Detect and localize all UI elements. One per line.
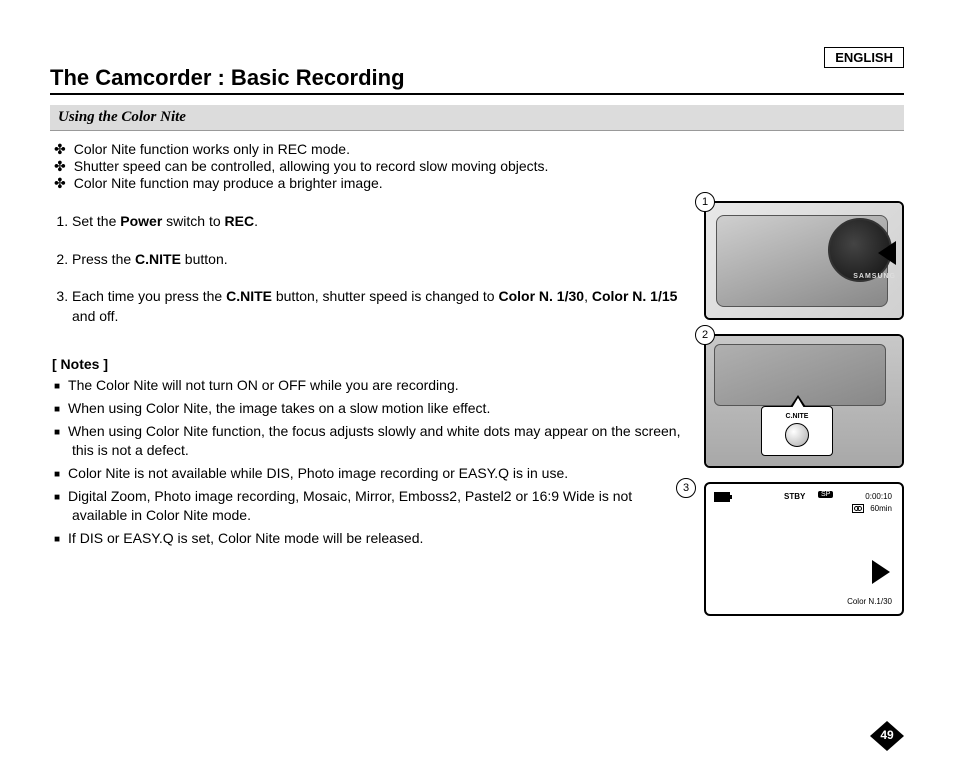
notes-title: [ Notes ] [52, 356, 684, 372]
step-2: Press the C.NITE button. [72, 250, 684, 270]
osd-timecode: 0:00:10 [865, 492, 892, 501]
text: , [584, 288, 592, 304]
text-column: Color Nite function works only in REC mo… [50, 141, 704, 630]
text: Each time you press the [72, 288, 226, 304]
text: button, shutter speed is changed to [272, 288, 499, 304]
osd-sp-badge: SP [818, 491, 833, 498]
step-3: Each time you press the C.NITE button, s… [72, 287, 684, 326]
figure-frame: SAMSUNG [704, 201, 904, 320]
page-title: The Camcorder : Basic Recording [50, 65, 904, 91]
notes-list: The Color Nite will not turn ON or OFF w… [50, 376, 684, 547]
osd-remaining: 60min [870, 504, 892, 513]
steps-list: Set the Power switch to REC. Press the C… [50, 212, 684, 326]
figure-3: 3 STBY SP 0:00:10 60min Color N.1/30 [704, 482, 904, 616]
figure-2: 2 C.NITE [704, 334, 904, 468]
page-number: 49 [870, 728, 904, 742]
text: . [254, 213, 258, 229]
note-item: When using Color Nite, the image takes o… [72, 399, 684, 418]
figure-1: 1 SAMSUNG [704, 201, 904, 320]
button-label: C.NITE [762, 413, 832, 420]
figure-frame: C.NITE [704, 334, 904, 468]
intro-bullets: Color Nite function works only in REC mo… [50, 141, 684, 192]
cnite-button-icon [785, 423, 809, 447]
note-item: The Color Nite will not turn ON or OFF w… [72, 376, 684, 395]
step-1: Set the Power switch to REC. [72, 212, 684, 232]
bold-cnite: C.NITE [226, 288, 272, 304]
figure-number-badge: 2 [695, 325, 715, 345]
button-illustration: C.NITE [706, 336, 902, 466]
intro-bullet: Color Nite function works only in REC mo… [72, 141, 684, 158]
page-number-badge: 49 [870, 721, 904, 751]
figure-column: 1 SAMSUNG 2 C.NITE [704, 201, 904, 630]
arrow-left-icon [878, 241, 896, 265]
play-icon [872, 560, 890, 584]
intro-bullet: Color Nite function may produce a bright… [72, 175, 684, 192]
tape-icon [852, 504, 864, 513]
brand-label: SAMSUNG [853, 273, 896, 280]
text: button. [181, 251, 228, 267]
title-rule [50, 93, 904, 95]
note-item: If DIS or EASY.Q is set, Color Nite mode… [72, 529, 684, 548]
osd-stby-label: STBY [784, 492, 805, 501]
osd-color-mode: Color N.1/30 [847, 597, 892, 606]
figure-frame: STBY SP 0:00:10 60min Color N.1/30 [704, 482, 904, 616]
osd-screen: STBY SP 0:00:10 60min Color N.1/30 [706, 484, 902, 614]
text: switch to [162, 213, 224, 229]
bold-color-n-130: Color N. 1/30 [498, 288, 584, 304]
camcorder-illustration: SAMSUNG [706, 203, 902, 318]
callout-bubble: C.NITE [761, 406, 833, 456]
bold-cnite: C.NITE [135, 251, 181, 267]
note-item: Color Nite is not available while DIS, P… [72, 464, 684, 483]
content-row: Color Nite function works only in REC mo… [50, 141, 904, 630]
figure-number-badge: 1 [695, 192, 715, 212]
text: Press the [72, 251, 135, 267]
section-header: Using the Color Nite [50, 105, 904, 131]
manual-page: ENGLISH The Camcorder : Basic Recording … [0, 0, 954, 779]
intro-bullet: Shutter speed can be controlled, allowin… [72, 158, 684, 175]
text: and off. [72, 308, 118, 324]
figure-number-badge: 3 [676, 478, 696, 498]
bold-power: Power [120, 213, 162, 229]
text: Set the [72, 213, 120, 229]
note-item: Digital Zoom, Photo image recording, Mos… [72, 487, 684, 525]
bold-rec: REC [225, 213, 255, 229]
bold-color-n-115: Color N. 1/15 [592, 288, 678, 304]
battery-icon [714, 492, 730, 502]
language-badge: ENGLISH [824, 47, 904, 68]
note-item: When using Color Nite function, the focu… [72, 422, 684, 460]
